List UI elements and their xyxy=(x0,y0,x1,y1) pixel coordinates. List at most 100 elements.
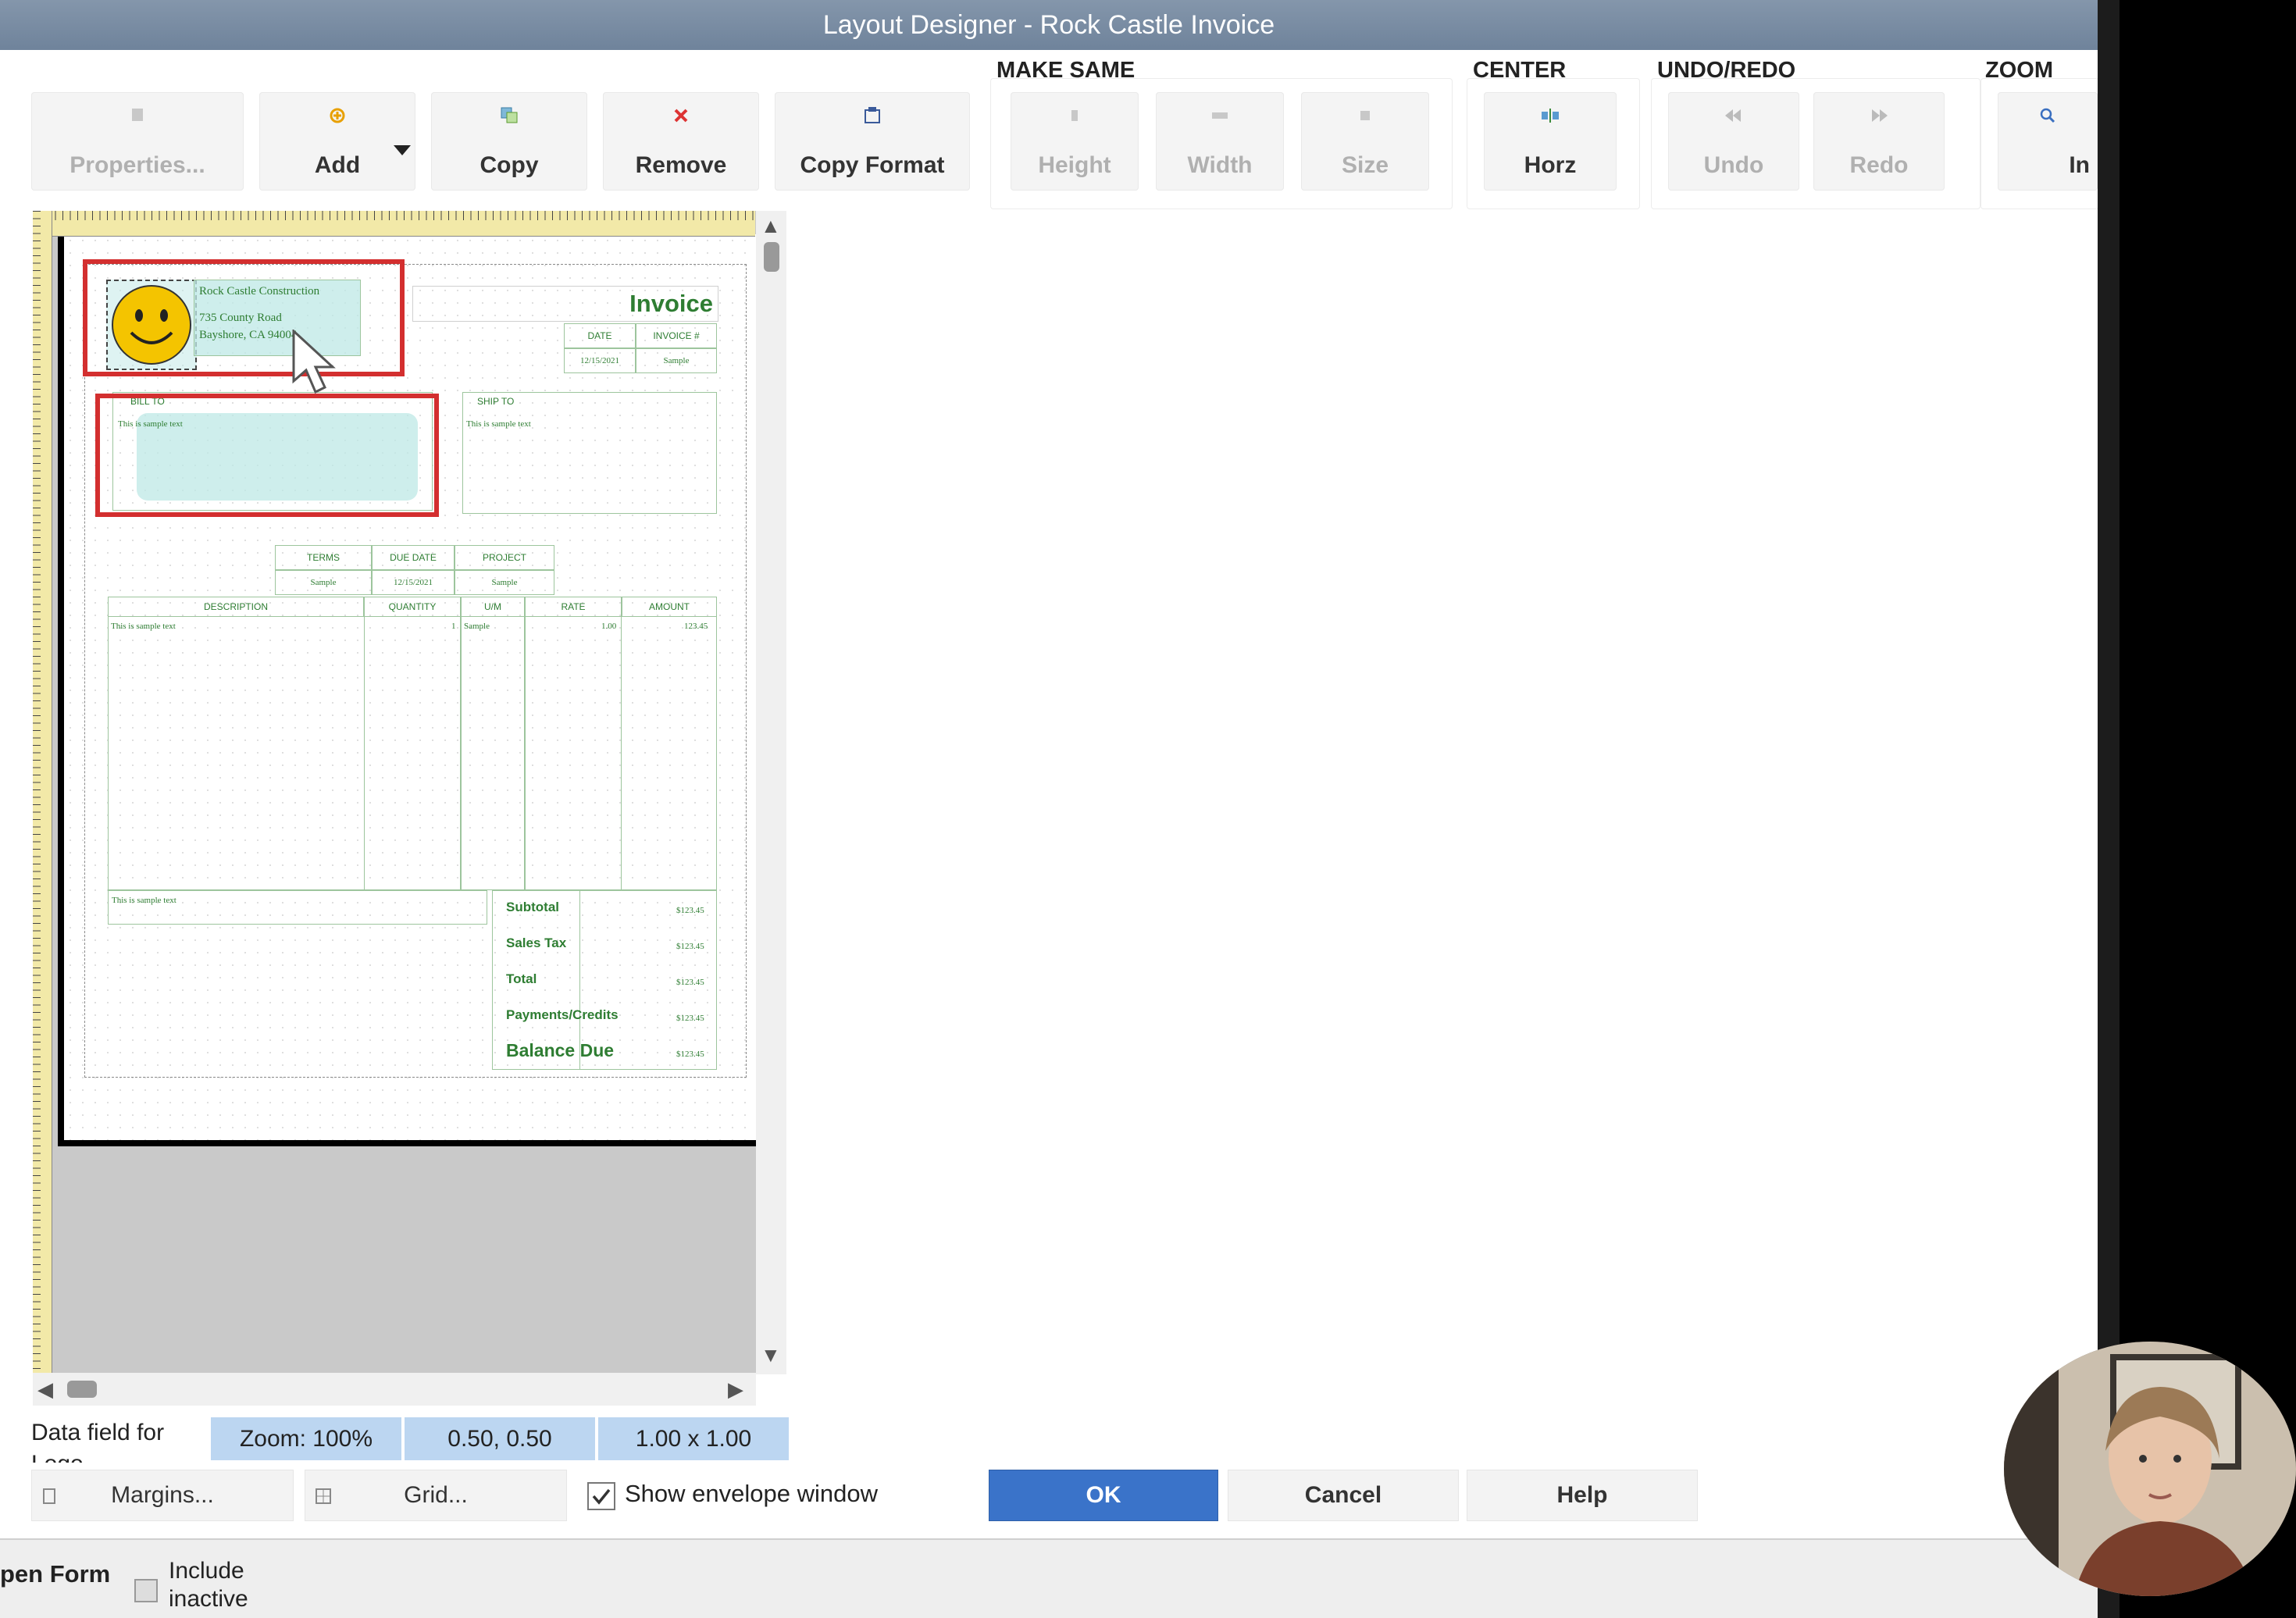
scroll-right-icon[interactable]: ▶ xyxy=(728,1377,743,1402)
payments-credits-value: $123.45 xyxy=(676,1014,704,1023)
ship-to-box[interactable]: SHIP TO This is sample text xyxy=(462,392,717,514)
width-label: Width xyxy=(1187,152,1253,178)
add-dropdown-button[interactable] xyxy=(389,92,415,191)
total-label: Total xyxy=(506,971,537,986)
zoom-in-button[interactable]: In xyxy=(1998,92,2098,191)
date-value: 12/15/2021 xyxy=(579,356,620,365)
subtotal-label: Subtotal xyxy=(506,900,559,914)
date-header: DATE xyxy=(587,330,612,341)
amount-header: AMOUNT xyxy=(649,601,690,612)
copy-format-label: Copy Format xyxy=(800,152,945,178)
scroll-down-icon[interactable]: ▼ xyxy=(761,1343,781,1367)
open-form-button[interactable]: pen Form xyxy=(0,1560,110,1588)
zoom-readout: Zoom: 100% xyxy=(211,1417,401,1460)
checkmark-icon xyxy=(592,1488,611,1505)
project-header: PROJECT xyxy=(482,552,526,563)
properties-label: Properties... xyxy=(70,152,205,178)
scroll-left-icon[interactable]: ◀ xyxy=(37,1377,53,1402)
balance-due-value: $123.45 xyxy=(676,1050,704,1059)
redo-button[interactable]: Redo xyxy=(1813,92,1945,191)
properties-button[interactable]: Properties... xyxy=(31,92,244,191)
vertical-scroll-thumb[interactable] xyxy=(764,242,779,272)
vertical-ruler xyxy=(33,211,52,1374)
subtotal-value: $123.45 xyxy=(676,906,704,915)
redo-label: Redo xyxy=(1849,152,1909,178)
ship-to-label: SHIP TO xyxy=(477,396,515,407)
window-title: Layout Designer - Rock Castle Invoice xyxy=(0,0,2098,50)
line-item-um: Sample xyxy=(464,622,490,631)
payments-credits-label: Payments/Credits xyxy=(506,1007,619,1022)
horizontal-scrollbar[interactable]: ◀ ▶ xyxy=(33,1373,756,1406)
scroll-up-icon[interactable]: ▲ xyxy=(761,214,781,238)
properties-icon xyxy=(31,92,244,139)
project-value: Sample xyxy=(491,578,518,587)
quantity-header: QUANTITY xyxy=(388,601,437,612)
mouse-cursor-icon xyxy=(291,328,345,412)
highlight-box-logo xyxy=(83,259,405,376)
copy-format-button[interactable]: Copy Format xyxy=(775,92,970,191)
line-item-rate: 1.00 xyxy=(601,622,617,631)
height-label: Height xyxy=(1038,152,1111,178)
center-horz-button[interactable]: Horz xyxy=(1484,92,1617,191)
margins-button[interactable]: Margins... xyxy=(31,1470,294,1521)
redo-icon xyxy=(1813,92,1945,139)
vertical-scrollbar[interactable]: ▲ ▼ xyxy=(756,211,786,1374)
invoice-page[interactable]: Rock Castle Construction 735 County Road… xyxy=(58,234,765,1146)
line-item-quantity: 1 xyxy=(451,622,456,631)
include-inactive-label: Include inactive xyxy=(169,1558,248,1612)
webcam-overlay xyxy=(2004,1342,2296,1596)
height-icon xyxy=(1011,92,1139,139)
position-readout: 0.50, 0.50 xyxy=(405,1417,595,1460)
footer-note-box[interactable]: This is sample text xyxy=(108,890,487,925)
footer-note-text: This is sample text xyxy=(112,896,176,905)
um-header: U/M xyxy=(484,601,501,612)
highlight-box-bill-to xyxy=(95,394,439,517)
width-icon xyxy=(1156,92,1284,139)
copy-label: Copy xyxy=(480,152,539,178)
ok-button[interactable]: OK xyxy=(989,1470,1218,1521)
size-label: Size xyxy=(1341,152,1389,178)
show-envelope-checkbox[interactable] xyxy=(587,1482,615,1510)
zoom-in-icon xyxy=(1998,92,2098,139)
terms-value: Sample xyxy=(310,578,337,587)
line-item-description: This is sample text xyxy=(111,622,176,631)
ship-to-text: This is sample text xyxy=(466,419,531,429)
balance-due-label: Balance Due xyxy=(506,1040,615,1060)
size-readout: 1.00 x 1.00 xyxy=(598,1417,789,1460)
grid-label: Grid... xyxy=(404,1482,468,1508)
due-date-value: 12/15/2021 xyxy=(393,578,433,587)
horz-label: Horz xyxy=(1524,152,1577,178)
description-header: DESCRIPTION xyxy=(203,601,268,612)
make-same-size-button[interactable]: Size xyxy=(1301,92,1429,191)
line-item-amount: 123.45 xyxy=(684,622,708,631)
background-window-bar: pen Form Include inactive xyxy=(0,1538,2098,1618)
terms-header: TERMS xyxy=(307,552,340,563)
zoom-in-label: In xyxy=(2069,152,2090,178)
grid-button[interactable]: Grid... xyxy=(305,1470,567,1521)
make-same-width-button[interactable]: Width xyxy=(1156,92,1284,191)
layout-designer-window: Layout Designer - Rock Castle Invoice MA… xyxy=(0,0,2098,1618)
size-icon xyxy=(1301,92,1429,139)
copy-icon xyxy=(431,92,587,139)
invoice-number-header: INVOICE # xyxy=(653,330,700,341)
grid-icon xyxy=(315,1470,332,1520)
make-same-height-button[interactable]: Height xyxy=(1011,92,1139,191)
horizontal-scroll-thumb[interactable] xyxy=(67,1381,97,1398)
remove-icon xyxy=(603,92,759,139)
copy-format-icon xyxy=(775,92,970,139)
copy-button[interactable]: Copy xyxy=(431,92,587,191)
remove-button[interactable]: Remove xyxy=(603,92,759,191)
margins-label: Margins... xyxy=(111,1482,214,1508)
undo-button[interactable]: Undo xyxy=(1668,92,1799,191)
invoice-number-value: Sample xyxy=(663,356,690,365)
include-inactive-checkbox[interactable] xyxy=(134,1579,158,1602)
help-button[interactable]: Help xyxy=(1467,1470,1698,1521)
sales-tax-label: Sales Tax xyxy=(506,936,567,950)
cancel-button[interactable]: Cancel xyxy=(1228,1470,1459,1521)
invoice-title-field[interactable]: Invoice xyxy=(412,286,718,322)
selected-field-label: Data field for Logo xyxy=(31,1420,165,1463)
horizontal-ruler xyxy=(33,211,755,237)
undo-icon xyxy=(1668,92,1799,139)
presenter-video-icon xyxy=(2004,1342,2296,1596)
sales-tax-value: $123.45 xyxy=(676,942,704,951)
